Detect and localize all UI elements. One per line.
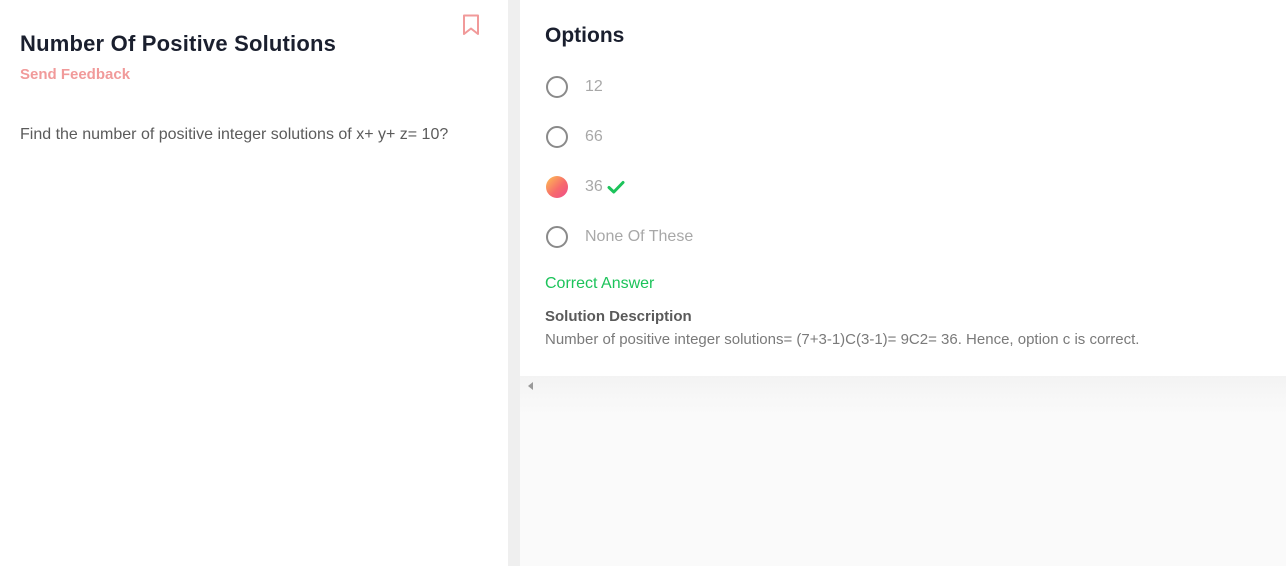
solution-text: Number of positive integer solutions= (7… [545, 331, 1140, 348]
panel-divider [508, 0, 520, 566]
result-status: Correct Answer [545, 275, 655, 292]
question-panel [0, 0, 508, 566]
radio-button[interactable] [546, 76, 568, 98]
chevron-left-icon[interactable] [528, 382, 533, 390]
option-label: 66 [585, 128, 603, 145]
option-label: 12 [585, 78, 603, 95]
radio-button[interactable] [546, 226, 568, 248]
check-icon [607, 181, 625, 194]
solution-heading: Solution Description [545, 308, 692, 325]
question-title: Number Of Positive Solutions [20, 31, 337, 56]
radio-button-selected[interactable] [546, 176, 568, 198]
option-label: 36 [585, 178, 603, 195]
radio-button[interactable] [546, 126, 568, 148]
option-b[interactable]: 66 [546, 125, 603, 149]
option-label: None Of These [585, 228, 694, 245]
option-c[interactable]: 36 [546, 175, 625, 199]
options-heading: Options [545, 24, 625, 47]
send-feedback-link[interactable]: Send Feedback [20, 66, 130, 83]
bookmark-icon[interactable] [462, 14, 480, 36]
option-d[interactable]: None Of These [546, 225, 693, 249]
page: Number Of Positive Solutions Send Feedba… [0, 0, 1286, 566]
option-a[interactable]: 12 [546, 75, 603, 99]
question-text: Find the number of positive integer solu… [20, 126, 449, 143]
empty-area [520, 376, 1286, 566]
